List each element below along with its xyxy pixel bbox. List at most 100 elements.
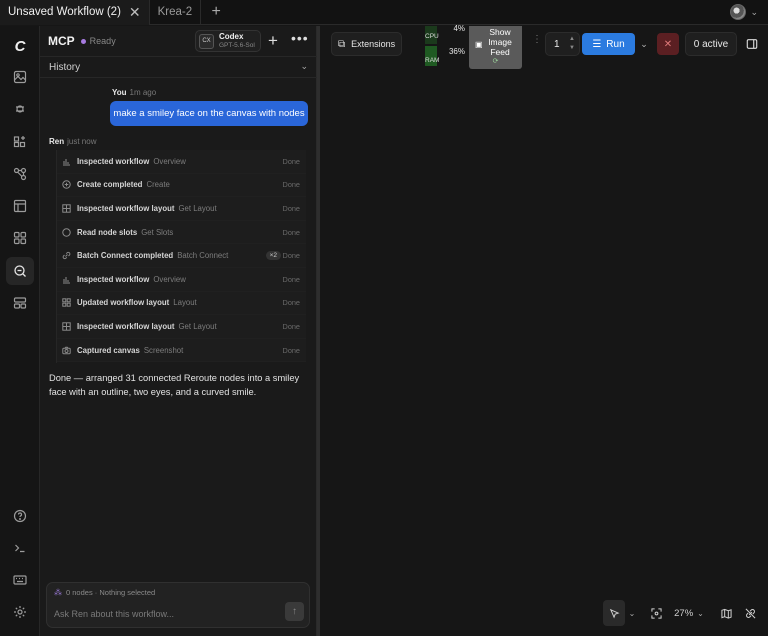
run-options-chevron-icon[interactable]: ⌄ [637, 33, 651, 55]
model-icon: CX [199, 33, 214, 49]
list-item[interactable]: Updated workflow layout Layout Done [57, 291, 306, 316]
help-icon[interactable] [6, 502, 34, 530]
cancel-run-button[interactable]: ✕ [657, 33, 679, 55]
chart-icon [62, 157, 71, 166]
select-tool-button[interactable] [603, 600, 625, 626]
tab-label: Krea-2 [157, 6, 193, 18]
templates-icon[interactable] [6, 192, 34, 220]
chevron-down-icon[interactable]: ▼ [569, 45, 575, 51]
extensions-button[interactable]: ⧉ Extensions [331, 32, 402, 56]
step-status: Done [282, 227, 300, 237]
step-status: Done [282, 203, 300, 213]
assistant-author: Ren [49, 137, 65, 146]
hide-links-button[interactable] [742, 600, 758, 626]
model-selector[interactable]: CX Codex GPT-5.6-Sol [195, 30, 261, 52]
step-status: Done [282, 321, 300, 331]
camera-icon [62, 346, 71, 355]
zoom-control[interactable]: 27% ⌄ [671, 600, 707, 626]
fit-view-button[interactable] [647, 600, 665, 626]
user-message: make a smiley face on the canvas with no… [110, 101, 308, 126]
new-chat-button[interactable]: + [268, 31, 278, 51]
step-tool: Create [146, 180, 170, 190]
list-item[interactable]: Batch Connect completed Batch Connect ×2… [57, 244, 306, 268]
step-name: Inspected workflow layout [77, 203, 175, 213]
tool-options-chevron-icon[interactable]: ⌄ [626, 600, 638, 626]
models-grid-icon[interactable] [6, 224, 34, 252]
layers-icon[interactable] [6, 289, 34, 317]
step-tool: Overview [153, 274, 186, 284]
workflow-canvas[interactable] [320, 26, 768, 636]
list-item[interactable]: Inspected workflow layout Get Layout Don… [57, 197, 306, 221]
reroute-icon[interactable] [6, 95, 34, 123]
status-dot [80, 38, 86, 44]
panel-title: MCP [48, 34, 75, 48]
close-icon: ✕ [663, 38, 673, 50]
toggle-sidebar-button[interactable] [741, 33, 763, 55]
nodes-icon: ⁂ [54, 588, 62, 597]
tab-krea-2[interactable]: Krea-2 [150, 0, 202, 25]
step-tool: Get Slots [141, 227, 174, 237]
step-tool: Get Layout [178, 321, 217, 331]
settings-gear-icon[interactable] [6, 598, 34, 626]
focus-icon [650, 607, 662, 619]
step-name: Inspected workflow layout [77, 321, 175, 331]
plus-circle-icon [62, 180, 71, 190]
new-tab-button[interactable]: + [203, 0, 229, 25]
arrow-up-icon: ↑ [292, 606, 297, 617]
history-toggle[interactable]: History ⌄ [40, 56, 317, 78]
tab-unsaved-workflow[interactable]: Unsaved Workflow (2) ✕ [0, 0, 150, 25]
step-status: Done [282, 156, 300, 166]
step-tool: Get Layout [178, 203, 217, 213]
user-message-meta: You 1m ago [112, 88, 156, 97]
cpu-value: 4% [453, 24, 465, 33]
show-image-feed-button[interactable]: ▣ Show Image Feed ⟳ [469, 26, 522, 69]
terminal-icon[interactable] [6, 534, 34, 562]
selection-context-text: 0 nodes · Nothing selected [66, 588, 156, 597]
list-item[interactable]: Inspected workflow Overview Done [57, 267, 306, 292]
sidebar-icon [746, 39, 758, 49]
circle-icon [62, 227, 71, 237]
user-author: You [112, 88, 127, 97]
chevron-down-icon: ⌄ [750, 6, 758, 17]
chat-composer: ⁂ 0 nodes · Nothing selected ↑ [46, 582, 310, 628]
queue-icon: ☰ [592, 38, 602, 50]
active-queue-button[interactable]: 0 active [685, 32, 737, 56]
loading-icon: ⟳ [492, 58, 499, 65]
minimap-button[interactable] [718, 600, 734, 626]
chart-icon [62, 275, 71, 284]
chat-assistant-icon[interactable] [6, 257, 34, 285]
sidebar-rail: C [0, 26, 40, 636]
chat-input[interactable] [54, 607, 279, 621]
step-name: Updated workflow layout [77, 298, 170, 308]
list-item[interactable]: Create completed Create Done [57, 173, 306, 198]
ram-value: 36% [448, 47, 465, 56]
step-name: Read node slots [77, 227, 138, 237]
keyboard-icon[interactable] [6, 566, 34, 594]
chevron-up-icon[interactable]: ▲ [569, 36, 575, 42]
step-status: Done [282, 298, 300, 308]
nodes-sparkle-icon[interactable] [6, 128, 34, 156]
logo-icon[interactable]: C [6, 32, 34, 60]
image-icon: ▣ [475, 40, 483, 49]
step-tool: Overview [153, 156, 186, 166]
image-icon[interactable] [6, 63, 34, 91]
link-icon [62, 251, 71, 260]
step-status: Done [282, 251, 300, 261]
step-name: Inspected workflow [77, 156, 150, 166]
list-item[interactable]: Inspected workflow layout Get Layout Don… [57, 315, 306, 339]
list-item[interactable]: Inspected workflow Overview Done [57, 150, 306, 174]
avatar [730, 4, 747, 20]
list-item[interactable]: Read node slots Get Slots Done [57, 220, 306, 245]
assistant-time: just now [67, 137, 97, 146]
assistant-message-meta: Ren just now [49, 137, 96, 146]
more-options-icon[interactable]: ••• [291, 30, 309, 46]
user-menu[interactable]: ⌄ [730, 4, 758, 20]
resource-monitor: CPU 4% RAM 36% [423, 24, 467, 67]
run-button[interactable]: ☰ Run [582, 33, 635, 55]
queue-count-stepper[interactable]: 1 ▲ ▼ [545, 32, 580, 56]
workflow-graph-icon[interactable] [6, 160, 34, 188]
close-icon[interactable]: ✕ [129, 4, 141, 21]
send-button[interactable]: ↑ [285, 602, 304, 621]
assistant-panel: MCP Ready CX Codex GPT-5.6-Sol + ••• His… [40, 26, 317, 636]
list-item[interactable]: Captured canvas Screenshot Done [57, 338, 306, 363]
